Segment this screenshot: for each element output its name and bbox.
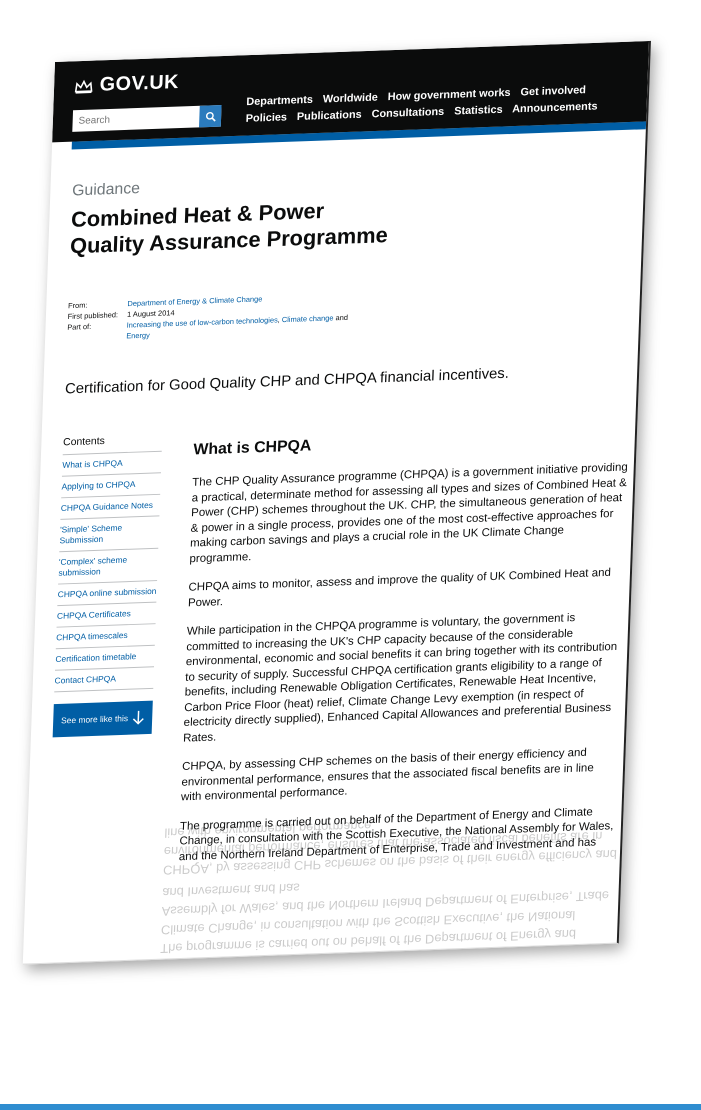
govuk-logo[interactable]: GOV.UK: [74, 71, 180, 97]
nav-get-involved[interactable]: Get involved: [520, 84, 586, 98]
search-box[interactable]: [72, 105, 222, 132]
nav-policies[interactable]: Policies: [246, 112, 288, 125]
page-title: Combined Heat & Power Quality Assurance …: [69, 198, 389, 259]
bottom-accent-line: [0, 1104, 701, 1110]
article-paragraph: CHPQA, by assessing CHP schemes on the b…: [180, 745, 594, 804]
article-paragraph: The CHP Quality Assurance programme (CHP…: [189, 460, 628, 565]
search-icon: [205, 111, 216, 122]
nav-statistics[interactable]: Statistics: [454, 104, 503, 117]
crown-icon: [74, 79, 93, 94]
contents-nav: Contents What is CHPQA Applying to CHPQA…: [47, 433, 163, 882]
meta-part-link-climate[interactable]: Climate change: [282, 313, 334, 324]
page-content: Guidance Combined Heat & Power Quality A…: [26, 163, 645, 884]
search-input[interactable]: [72, 110, 200, 128]
page-eyebrow: Guidance: [71, 180, 141, 200]
contents-item[interactable]: Contact CHPQA: [54, 667, 155, 693]
meta-part-label: Part of:: [67, 322, 92, 332]
nav-how-government-works[interactable]: How government works: [388, 87, 511, 103]
article-paragraph: While participation in the CHPQA program…: [182, 611, 618, 745]
screenshot-stage: GOV.UK Departments Worldwide How governm…: [0, 0, 701, 1110]
section-heading: What is CHPQA: [193, 437, 312, 459]
see-more-label: See more like this: [60, 713, 129, 726]
publication-metadata: From: Department of Energy & Climate Cha…: [67, 280, 641, 343]
arrow-down-icon: [132, 710, 144, 725]
meta-part-and: and: [333, 312, 349, 323]
nav-announcements[interactable]: Announcements: [512, 101, 598, 116]
meta-part-link-energy[interactable]: Energy: [126, 331, 150, 341]
document-page: GOV.UK Departments Worldwide How governm…: [22, 40, 651, 965]
see-more-button[interactable]: See more like this: [52, 700, 153, 738]
main-nav: Departments Worldwide How government wor…: [245, 82, 605, 128]
nav-publications[interactable]: Publications: [297, 109, 362, 123]
page-summary: Certification for Good Quality CHP and C…: [64, 365, 510, 398]
logo-text: GOV.UK: [99, 71, 180, 96]
search-button[interactable]: [199, 105, 222, 128]
nav-consultations[interactable]: Consultations: [371, 106, 444, 120]
nav-worldwide[interactable]: Worldwide: [323, 92, 378, 106]
contents-item[interactable]: 'Simple' Scheme Submission: [59, 516, 160, 553]
article-paragraph: The programme is carried out on behalf o…: [178, 804, 614, 863]
main-article: What is CHPQA The CHP Quality Assurance …: [178, 417, 630, 878]
article-paragraph: CHPQA aims to monitor, assess and improv…: [187, 565, 612, 609]
contents-item[interactable]: 'Complex' scheme submission: [58, 548, 159, 585]
nav-departments[interactable]: Departments: [246, 94, 313, 108]
body-columns: Contents What is CHPQA Applying to CHPQA…: [47, 416, 635, 882]
